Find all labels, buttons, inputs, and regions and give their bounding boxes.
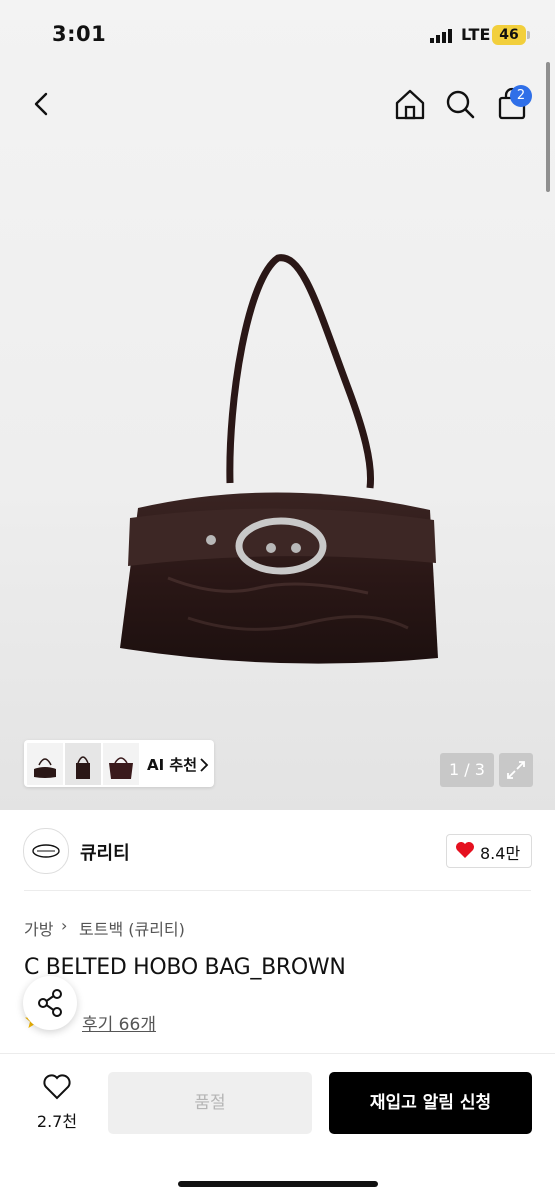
battery-icon: 46: [492, 25, 526, 45]
product-title: C BELTED HOBO BAG_BROWN: [24, 955, 346, 980]
product-image: [120, 254, 438, 664]
back-button[interactable]: [22, 84, 62, 124]
brand-name[interactable]: 큐리티: [80, 839, 130, 865]
image-pager: 1 / 3: [440, 753, 494, 787]
thumbnail-2[interactable]: [65, 743, 101, 785]
home-indicator: [178, 1181, 378, 1187]
thumbnail-1[interactable]: [27, 743, 63, 785]
divider: [24, 890, 531, 891]
scrollbar[interactable]: [546, 62, 550, 192]
brand-like-count: 8.4만: [480, 844, 521, 863]
expand-button[interactable]: [499, 753, 533, 787]
battery-tip: [527, 31, 530, 39]
ai-recommend-label[interactable]: AI 추천: [147, 754, 197, 775]
signal-icon: [430, 29, 452, 43]
breadcrumb-separator: ›: [61, 916, 68, 935]
chevron-right-icon: [200, 758, 209, 772]
breadcrumb-subcategory[interactable]: 토트백 (큐리티): [79, 916, 185, 940]
home-button[interactable]: [390, 84, 430, 124]
status-time: 3:01: [52, 22, 107, 46]
review-link[interactable]: 후기 66개: [82, 1010, 156, 1035]
heart-icon: [456, 842, 474, 858]
breadcrumb-category[interactable]: 가방: [24, 916, 53, 940]
share-button[interactable]: [23, 976, 77, 1030]
heart-outline-icon: [43, 1074, 71, 1100]
cart-count-badge: 2: [510, 85, 532, 107]
wishlist-count: 2.7천: [36, 1112, 78, 1131]
restock-alert-button[interactable]: 재입고 알림 신청: [329, 1072, 532, 1134]
brand-logo[interactable]: [23, 828, 69, 874]
thumbnail-3[interactable]: [103, 743, 139, 785]
network-label: LTE: [461, 25, 491, 44]
soldout-button[interactable]: 품절: [108, 1072, 312, 1134]
search-button[interactable]: [440, 84, 480, 124]
